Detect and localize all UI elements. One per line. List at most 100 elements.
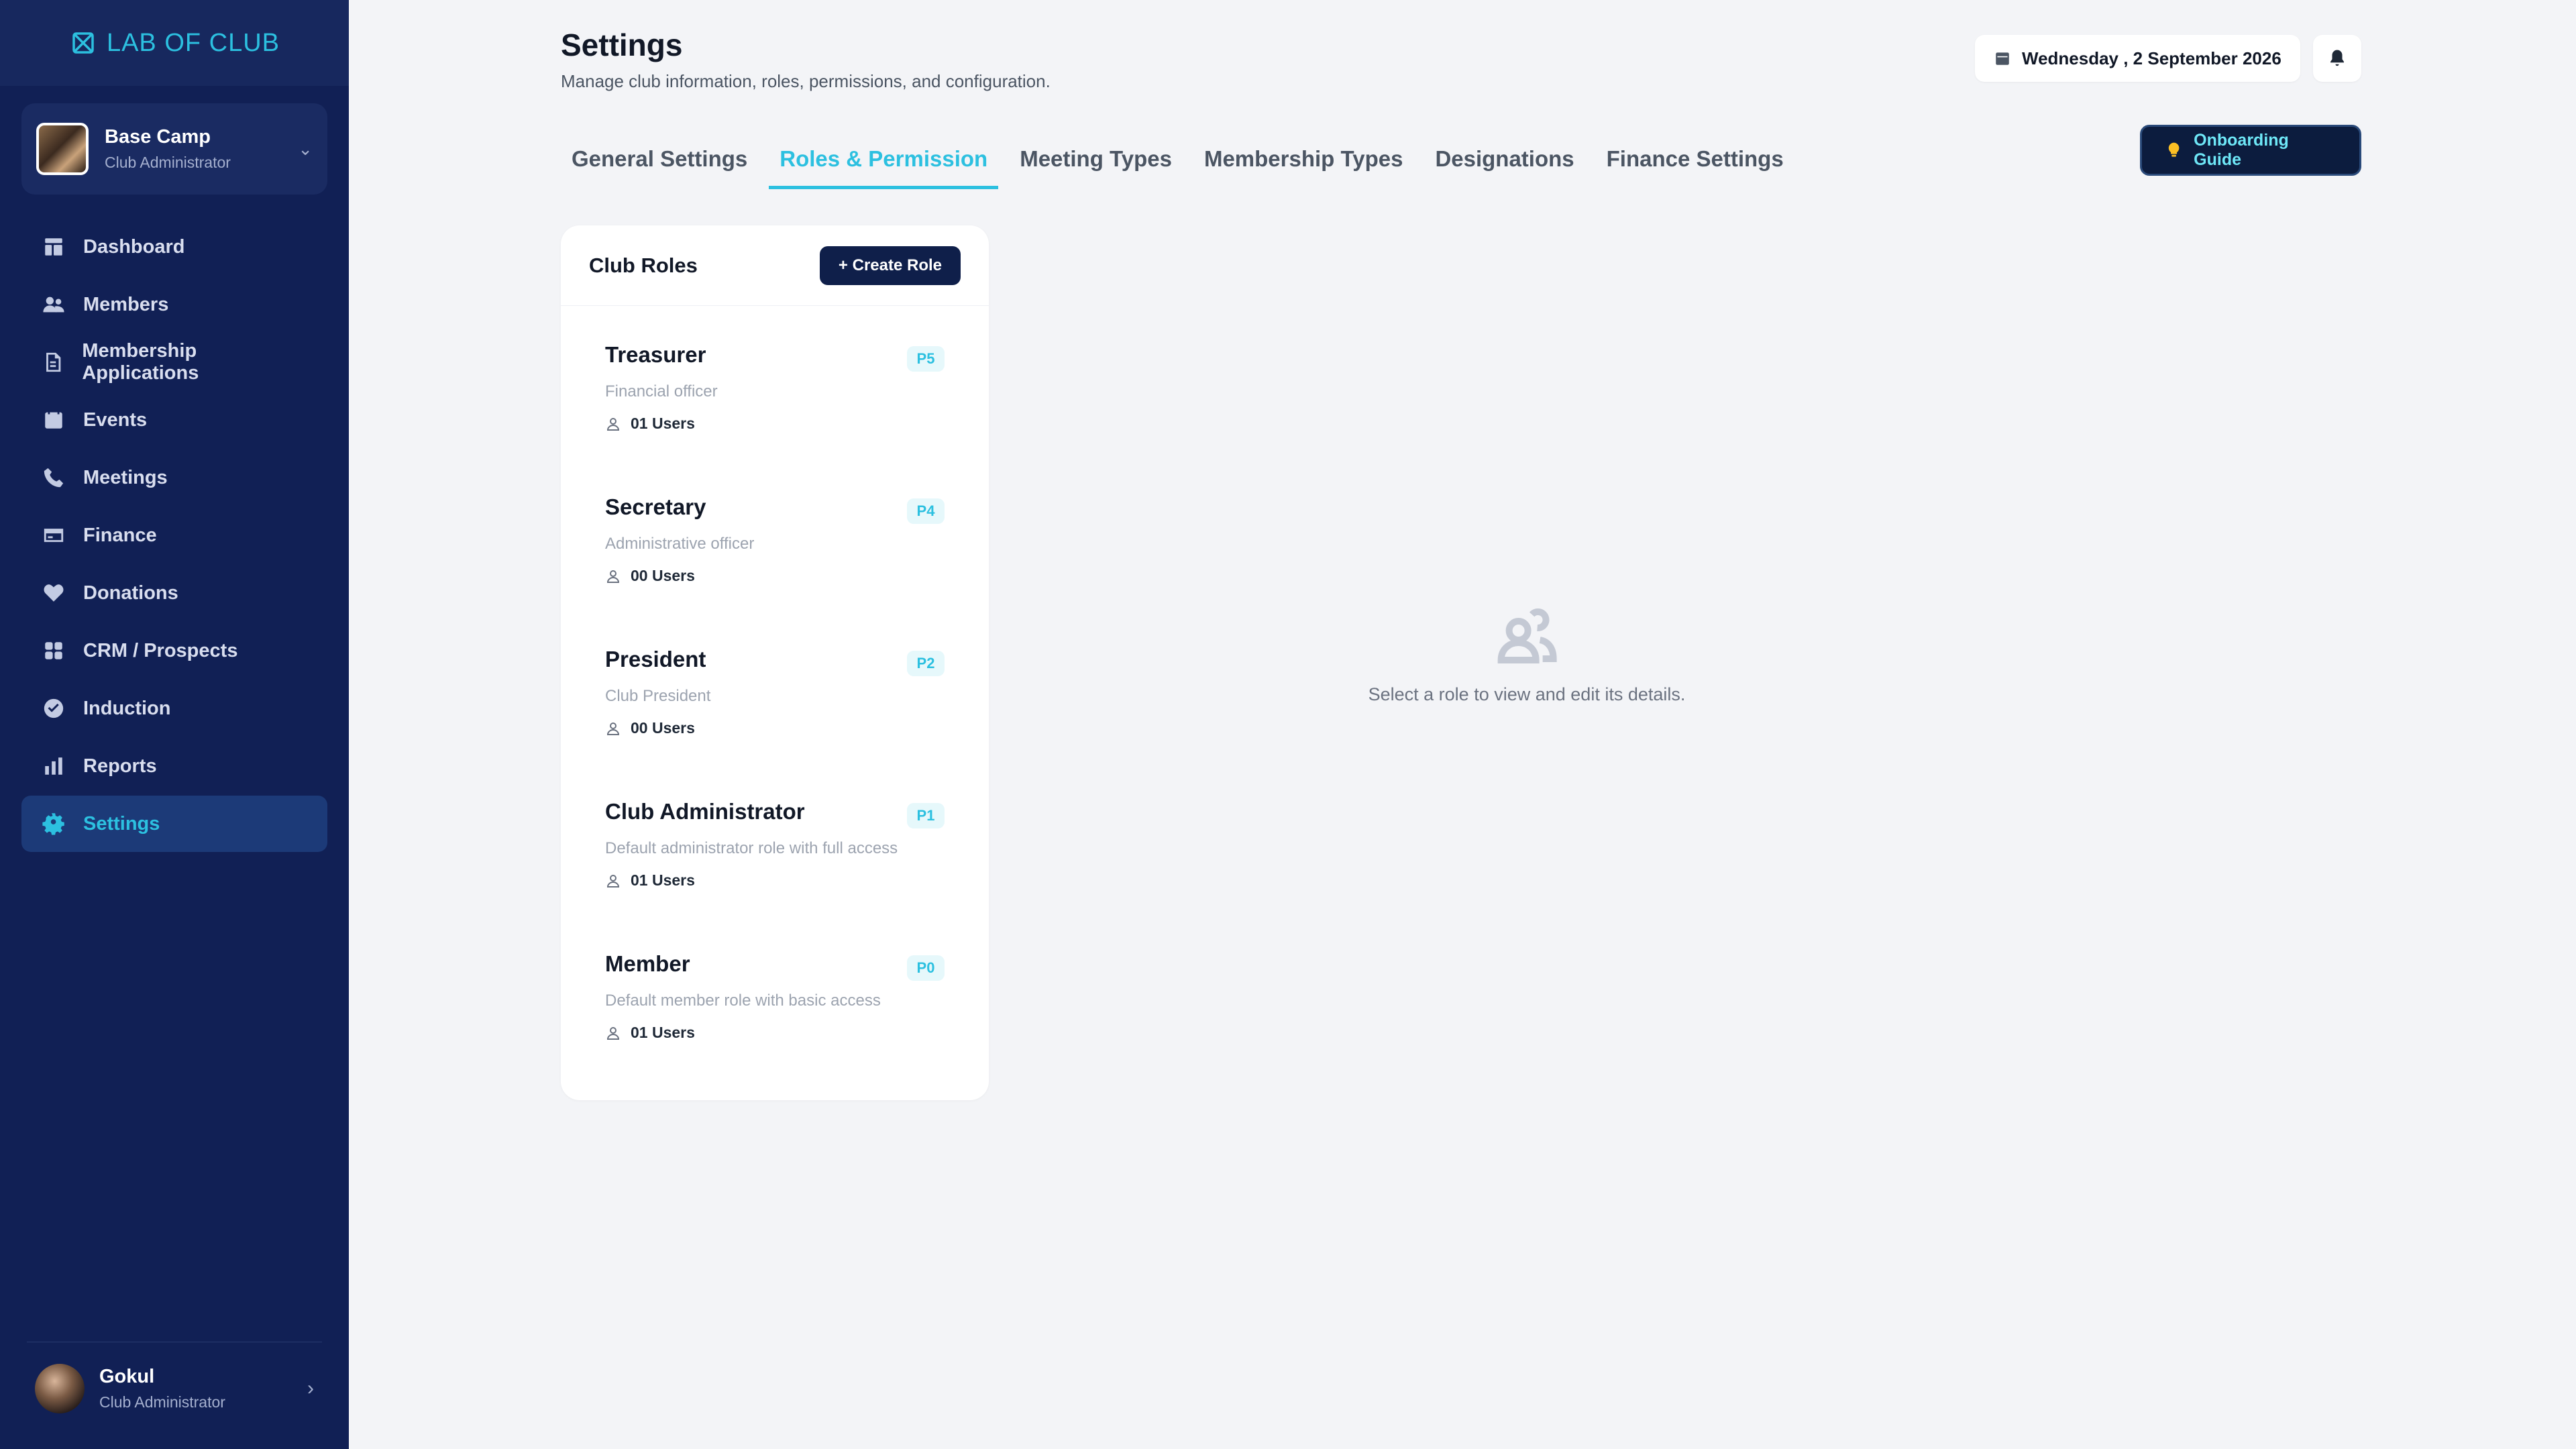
role-item-president[interactable]: President Club President 00 Users P2: [561, 610, 989, 763]
priority-badge: P1: [907, 803, 945, 828]
sidebar-item-label: Induction: [83, 697, 171, 719]
sidebar: LAB OF CLUB Base Camp Club Administrator…: [0, 0, 349, 1449]
role-users-text: 01 Users: [631, 415, 695, 432]
role-name: Secretary: [605, 494, 706, 519]
club-roles-title: Club Roles: [589, 253, 698, 277]
role-item-treasurer[interactable]: Treasurer Financial officer 01 Users P5: [561, 306, 989, 458]
dashboard-icon: [42, 235, 66, 259]
phone-icon: [42, 466, 66, 490]
role-description: Default administrator role with full acc…: [605, 839, 898, 857]
role-name: Member: [605, 951, 690, 976]
tab-general-settings[interactable]: General Settings: [561, 131, 758, 189]
sidebar-item-membership-applications[interactable]: Membership Applications: [21, 334, 327, 390]
tab-finance-settings[interactable]: Finance Settings: [1596, 131, 1794, 189]
empty-state-text: Select a role to view and edit its detai…: [1368, 684, 1686, 704]
logo-icon: [69, 29, 97, 57]
settings-tabs: General Settings Roles & Permission Meet…: [561, 131, 1805, 189]
role-user-count: 00 Users: [605, 567, 945, 585]
onboarding-guide-button[interactable]: Onboarding Guide: [2140, 125, 2361, 176]
grid-icon: [42, 639, 66, 663]
user-role: Club Administrator: [99, 1393, 225, 1411]
chevron-down-icon: ⌄: [298, 138, 313, 159]
sidebar-item-meetings[interactable]: Meetings: [21, 449, 327, 506]
sidebar-item-donations[interactable]: Donations: [21, 565, 327, 621]
tab-membership-types[interactable]: Membership Types: [1193, 131, 1413, 189]
sidebar-item-label: Meetings: [83, 466, 168, 488]
sidebar-item-settings[interactable]: Settings: [21, 796, 327, 852]
role-users-text: 01 Users: [631, 1024, 695, 1041]
users-outline-icon: [1497, 608, 1557, 663]
sidebar-item-label: Membership Applications: [82, 340, 199, 384]
check-circle-icon: [42, 696, 66, 720]
sidebar-item-label: Reports: [83, 755, 157, 777]
sidebar-item-induction[interactable]: Induction: [21, 680, 327, 737]
credit-card-icon: [42, 523, 66, 547]
role-details-empty-state: Select a role to view and edit its detai…: [1368, 604, 1686, 705]
club-role: Club Administrator: [105, 154, 231, 171]
sidebar-item-label: Finance: [83, 524, 157, 546]
chevron-right-icon: ›: [307, 1377, 314, 1399]
sidebar-item-label: Settings: [83, 812, 160, 835]
bar-chart-icon: [42, 754, 66, 778]
role-description: Administrative officer: [605, 535, 755, 553]
calendar-icon: [42, 408, 66, 432]
heart-icon: [42, 581, 66, 605]
tab-roles-permission[interactable]: Roles & Permission: [769, 131, 999, 189]
role-users-text: 01 Users: [631, 871, 695, 889]
onboarding-guide-label: Onboarding Guide: [2194, 131, 2289, 169]
role-name: Treasurer: [605, 342, 706, 367]
club-roles-panel: Club Roles + Create Role Treasurer Finan…: [561, 225, 989, 1100]
sidebar-item-dashboard[interactable]: Dashboard: [21, 219, 327, 275]
sidebar-item-label: Events: [83, 409, 148, 431]
sidebar-item-crm-prospects[interactable]: CRM / Prospects: [21, 623, 327, 679]
role-name: Club Administrator: [605, 799, 805, 824]
gear-icon: [42, 812, 66, 836]
role-item-member[interactable]: Member Default member role with basic ac…: [561, 915, 989, 1067]
club-name: Base Camp: [105, 126, 211, 148]
notifications-button[interactable]: [2313, 35, 2361, 82]
user-profile[interactable]: Gokul Club Administrator ›: [27, 1342, 322, 1434]
lightbulb-icon: [2168, 142, 2180, 157]
club-switcher[interactable]: Base Camp Club Administrator ⌄: [21, 103, 327, 195]
tab-designations[interactable]: Designations: [1424, 131, 1585, 189]
tab-meeting-types[interactable]: Meeting Types: [1009, 131, 1183, 189]
brand-logo[interactable]: LAB OF CLUB: [0, 0, 349, 86]
document-icon: [42, 350, 64, 374]
main-content: Settings Manage club information, roles,…: [561, 0, 2361, 1449]
page-title: Settings: [561, 28, 683, 62]
role-item-secretary[interactable]: Secretary Administrative officer 00 User…: [561, 458, 989, 610]
bell-icon: [2330, 50, 2344, 66]
users-icon: [42, 292, 66, 317]
role-user-count: 01 Users: [605, 415, 945, 433]
user-icon: [606, 417, 620, 431]
priority-badge: P2: [907, 651, 945, 676]
sidebar-item-finance[interactable]: Finance: [21, 507, 327, 564]
user-icon: [606, 722, 620, 735]
sidebar-item-label: Dashboard: [83, 235, 185, 258]
sidebar-item-label: Members: [83, 293, 169, 315]
role-item-club-administrator[interactable]: Club Administrator Default administrator…: [561, 763, 989, 915]
club-info: Base Camp Club Administrator: [105, 126, 282, 172]
role-description: Financial officer: [605, 382, 718, 400]
role-user-count: 00 Users: [605, 719, 945, 737]
role-users-text: 00 Users: [631, 567, 695, 584]
role-user-count: 01 Users: [605, 871, 945, 890]
role-user-count: 01 Users: [605, 1024, 945, 1042]
role-description: Default member role with basic access: [605, 991, 881, 1010]
sidebar-item-label: CRM / Prospects: [83, 639, 238, 661]
user-info: Gokul Club Administrator: [99, 1366, 292, 1411]
sidebar-item-label: Donations: [83, 582, 178, 604]
sidebar-item-events[interactable]: Events: [21, 392, 327, 448]
brand-name: LAB OF CLUB: [106, 28, 280, 57]
calendar-icon: [1996, 52, 2009, 65]
user-icon: [606, 570, 620, 583]
date-display: Wednesday , 2 September 2026: [1975, 35, 2300, 82]
role-users-text: 00 Users: [631, 719, 695, 737]
create-role-button[interactable]: + Create Role: [819, 246, 961, 285]
sidebar-item-members[interactable]: Members: [21, 276, 327, 333]
sidebar-item-reports[interactable]: Reports: [21, 738, 327, 794]
role-list: Treasurer Financial officer 01 Users P5 …: [561, 306, 989, 1067]
priority-badge: P0: [907, 955, 945, 981]
date-text: Wednesday , 2 September 2026: [2022, 48, 2282, 68]
